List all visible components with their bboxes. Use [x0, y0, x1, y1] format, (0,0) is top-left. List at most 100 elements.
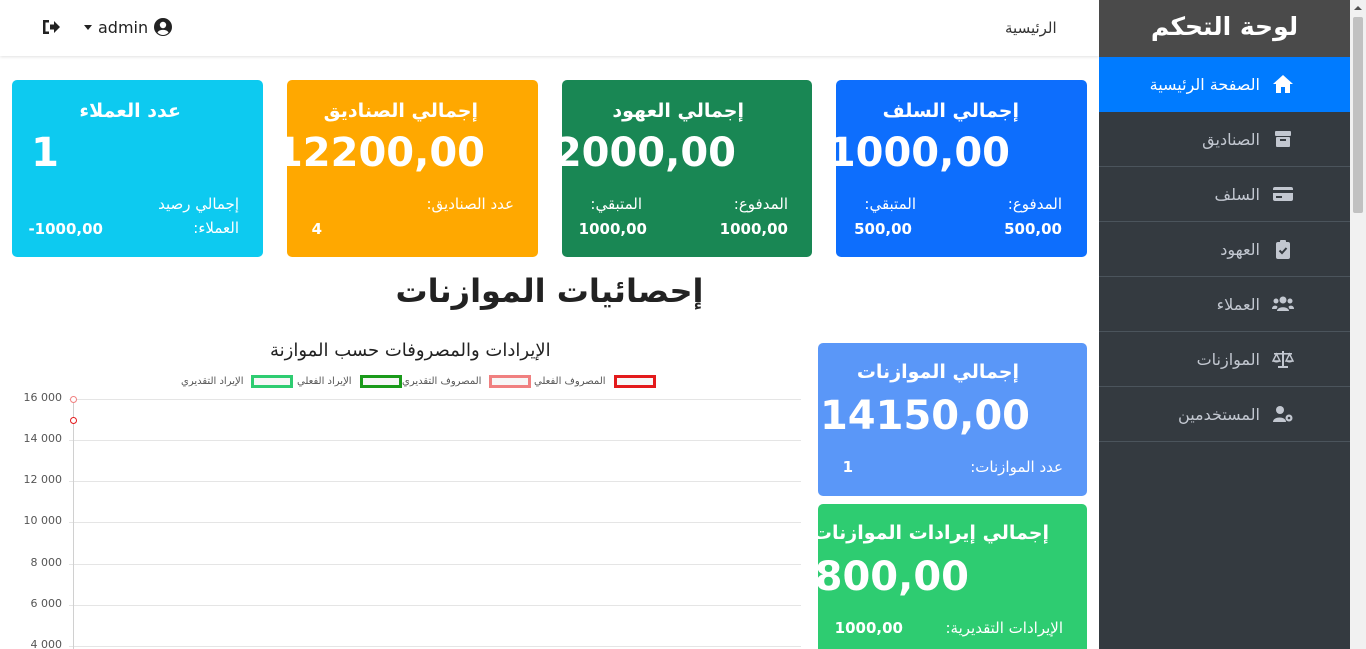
gridline — [69, 564, 801, 565]
sidebar-item-custodies[interactable]: العهود — [1099, 222, 1350, 277]
sidebar-item-home[interactable]: الصفحة الرئيسية — [1099, 57, 1350, 112]
clients-balance-label: إجمالي رصيد — [158, 195, 239, 213]
scrollbar-thumb[interactable] — [1353, 17, 1363, 213]
username: admin — [98, 17, 149, 37]
legend-swatch — [359, 375, 402, 388]
sidebar-item-budgets[interactable]: الموازنات — [1099, 332, 1350, 387]
legend-label: المصروف الفعلي — [534, 376, 606, 387]
card-title: إجمالي الموازنات — [856, 361, 1019, 383]
y-tick-label: 8 000 — [30, 556, 63, 569]
sign-out-icon[interactable] — [41, 18, 61, 36]
remaining-value: 1000,00 — [578, 220, 647, 238]
funds-card: إجمالي الصناديق 12200,00 عدد الصناديق: 4 — [275, 80, 538, 257]
estimated-revenue-value: 1000,00 — [834, 619, 903, 637]
gridline — [69, 440, 801, 441]
legend-swatch — [489, 375, 532, 388]
sidebar-item-label: العهود — [1220, 240, 1260, 259]
user-menu[interactable]: admin — [84, 17, 173, 37]
paid-label: المدفوع: — [733, 195, 788, 213]
card-title: إجمالي السلف — [882, 100, 1019, 122]
paid-value: 1000,00 — [719, 220, 788, 238]
sidebar-item-advances[interactable]: السلف — [1099, 167, 1350, 222]
card-value: 1000,00 — [827, 130, 1010, 176]
paid-value: 500,00 — [1004, 220, 1062, 238]
clipboard-check-icon — [1276, 240, 1290, 259]
caret-down-icon — [84, 24, 92, 30]
sidebar: لوحة التحكم الصفحة الرئيسية الصناديق الس… — [1099, 0, 1350, 649]
y-tick-label: 16 000 — [23, 391, 63, 404]
estimated-revenue-label: الإيرادات التقديرية: — [945, 619, 1063, 637]
remaining-label: المتبقي: — [864, 195, 916, 213]
legend-item-estimated-revenue[interactable]: الإيراد التقديري — [181, 375, 294, 388]
card-value: 1 — [31, 130, 59, 176]
card-value: 800,00 — [814, 554, 969, 600]
gridline — [69, 522, 801, 523]
data-point-estimated-expense[interactable] — [70, 395, 77, 403]
clients-balance-label-2: العملاء: — [193, 219, 239, 237]
budget-chart: الإيرادات والمصروفات حسب الموازنة المصرو… — [0, 330, 810, 649]
sidebar-item-label: العملاء — [1216, 295, 1260, 314]
card-value: 2000,00 — [553, 130, 736, 176]
y-tick-label: 10 000 — [23, 514, 63, 527]
sidebar-item-label: الصناديق — [1202, 130, 1260, 149]
advances-card: إجمالي السلف 1000,00 المدفوع: 500,00 الم… — [828, 80, 1087, 257]
paid-label: المدفوع: — [1007, 195, 1062, 213]
sidebar-item-label: الصفحة الرئيسية — [1149, 75, 1260, 94]
sidebar-item-funds[interactable]: الصناديق — [1099, 112, 1350, 167]
page-scrollbar[interactable] — [1350, 0, 1366, 649]
legend-label: المصروف التقديري — [402, 376, 482, 387]
remaining-value: 500,00 — [854, 220, 912, 238]
budgets-revenue-card: إجمالي إيرادات الموازنات 800,00 الإيرادا… — [813, 504, 1087, 649]
legend-label: الإيراد الفعلي — [297, 376, 352, 387]
legend-item-actual-revenue[interactable]: الإيراد الفعلي — [297, 375, 402, 388]
user-cog-icon — [1273, 406, 1293, 422]
balance-scale-icon — [1272, 351, 1294, 368]
legend-swatch — [251, 375, 294, 388]
card-value: -14150,00 — [803, 393, 1030, 439]
home-nav-link[interactable]: الرئيسية — [1005, 19, 1057, 37]
card-title: إجمالي الصناديق — [323, 100, 478, 122]
y-tick-label: 12 000 — [23, 473, 63, 486]
chart-title: الإيرادات والمصروفات حسب الموازنة — [270, 340, 551, 361]
scroll-up-arrow-icon[interactable] — [1350, 0, 1366, 16]
clients-balance-value: -1000,00 — [28, 220, 103, 238]
card-title: عدد العملاء — [79, 100, 181, 122]
y-tick-label: 14 000 — [23, 432, 63, 445]
top-navbar: الرئيسية admin — [0, 0, 1099, 56]
legend-label: الإيراد التقديري — [181, 376, 244, 387]
funds-count-value: 4 — [311, 220, 322, 238]
card-value: 12200,00 — [274, 130, 485, 176]
card-title: إجمالي إيرادات الموازنات — [812, 522, 1049, 544]
gridline — [69, 399, 801, 400]
clients-card: عدد العملاء 1 إجمالي رصيد العملاء: -1000… — [12, 80, 263, 257]
box-icon — [1275, 131, 1291, 147]
y-axis-line — [73, 398, 74, 649]
gridline — [69, 481, 801, 482]
user-circle-icon — [154, 18, 173, 36]
sidebar-title[interactable]: لوحة التحكم — [1099, 0, 1350, 57]
budget-stats-heading: إحصائيات الموازنات — [395, 272, 704, 310]
gridline — [69, 646, 801, 647]
legend-item-actual-expense[interactable]: المصروف الفعلي — [534, 375, 656, 388]
y-tick-label: 6 000 — [30, 597, 63, 610]
sidebar-item-label: الموازنات — [1196, 350, 1260, 369]
budgets-count-value: 1 — [842, 458, 853, 476]
home-icon — [1273, 75, 1293, 93]
sidebar-item-label: المستخدمين — [1178, 405, 1260, 424]
gridline — [69, 605, 801, 606]
data-point-actual-expense[interactable] — [70, 417, 77, 425]
remaining-label: المتبقي: — [590, 195, 642, 213]
credit-card-icon — [1273, 187, 1293, 201]
sidebar-item-label: السلف — [1214, 185, 1260, 204]
legend-swatch — [613, 375, 656, 388]
budgets-total-card: إجمالي الموازنات -14150,00 عدد الموازنات… — [803, 343, 1087, 496]
budgets-count-label: عدد الموازنات: — [970, 458, 1063, 476]
y-tick-label: 4 000 — [30, 638, 63, 649]
funds-count-label: عدد الصناديق: — [426, 195, 514, 213]
legend-item-estimated-expense[interactable]: المصروف التقديري — [402, 375, 532, 388]
sidebar-item-clients[interactable]: العملاء — [1099, 277, 1350, 332]
sidebar-item-users[interactable]: المستخدمين — [1099, 387, 1350, 442]
users-icon — [1272, 296, 1294, 311]
card-title: إجمالي العهود — [612, 100, 744, 122]
custodies-card: إجمالي العهود 2000,00 المدفوع: 1000,00 ا… — [554, 80, 812, 257]
